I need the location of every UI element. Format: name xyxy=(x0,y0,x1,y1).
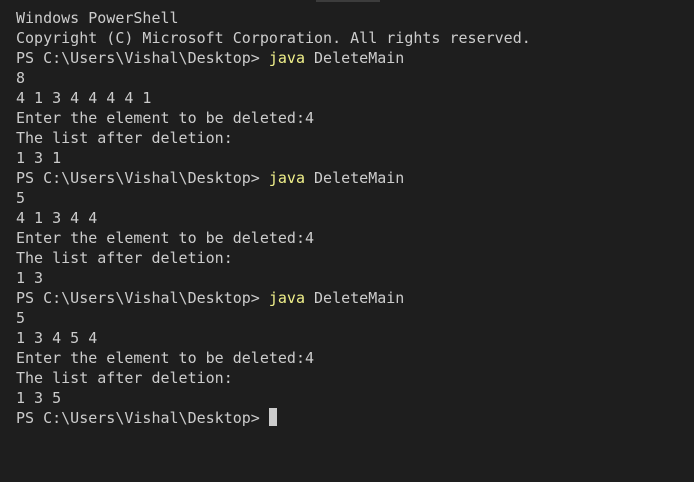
panel-divider xyxy=(316,0,380,2)
command-name: java xyxy=(268,289,305,307)
output-line: The list after deletion: xyxy=(16,249,233,267)
text-cursor[interactable] xyxy=(268,408,277,426)
output-line: 1 3 1 xyxy=(16,149,62,167)
prompt-text: PS C:\Users\Vishal\Desktop> xyxy=(16,289,269,307)
banner-line: Copyright (C) Microsoft Corporation. All… xyxy=(16,29,531,47)
terminal-window[interactable]: Windows PowerShell Copyright (C) Microso… xyxy=(0,0,694,482)
output-line: The list after deletion: xyxy=(16,369,233,387)
command-args: DeleteMain xyxy=(305,289,405,307)
output-line: The list after deletion: xyxy=(16,129,233,147)
command-args: DeleteMain xyxy=(305,169,405,187)
banner-line: Windows PowerShell xyxy=(16,9,179,27)
prompt-text: PS C:\Users\Vishal\Desktop> xyxy=(16,49,269,67)
output-line: 4 1 3 4 4 xyxy=(16,209,98,227)
prompt-line: PS C:\Users\Vishal\Desktop> java DeleteM… xyxy=(16,48,694,68)
prompt-text: PS C:\Users\Vishal\Desktop> xyxy=(16,409,269,427)
prompt-line: PS C:\Users\Vishal\Desktop> java DeleteM… xyxy=(16,288,694,308)
active-prompt-line[interactable]: PS C:\Users\Vishal\Desktop> xyxy=(16,408,694,428)
command-args: DeleteMain xyxy=(305,49,405,67)
output-line: 8 xyxy=(16,69,26,87)
command-name: java xyxy=(268,169,305,187)
output-line: 1 3 5 xyxy=(16,389,62,407)
prompt-line: PS C:\Users\Vishal\Desktop> java DeleteM… xyxy=(16,168,694,188)
prompt-text: PS C:\Users\Vishal\Desktop> xyxy=(16,169,269,187)
output-line: 1 3 xyxy=(16,269,44,287)
output-line: 4 1 3 4 4 4 4 1 xyxy=(16,89,152,107)
output-line: Enter the element to be deleted:4 xyxy=(16,229,315,247)
output-line: 5 xyxy=(16,189,26,207)
output-line: 5 xyxy=(16,309,26,327)
output-line: Enter the element to be deleted:4 xyxy=(16,109,315,127)
output-line: Enter the element to be deleted:4 xyxy=(16,349,315,367)
command-name: java xyxy=(268,49,305,67)
output-line: 1 3 4 5 4 xyxy=(16,329,98,347)
